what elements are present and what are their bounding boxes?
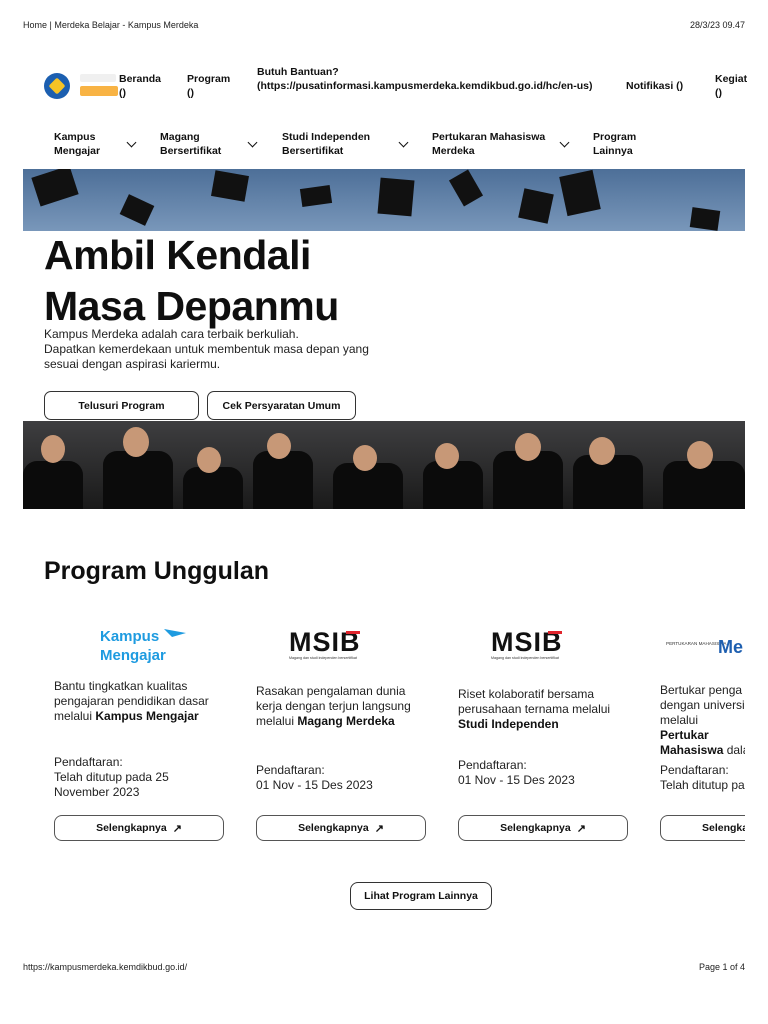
- program-card: Kampus Mengajar Bantu tingkatkan kualita…: [54, 625, 226, 847]
- svg-text:Magang dan studi independen be: Magang dan studi independen bersertifika…: [289, 656, 357, 660]
- registration-info: Pendaftaran: 01 Nov - 15 Des 2023: [458, 758, 630, 788]
- page-url: https://kampusmerdeka.kemdikbud.go.id/: [23, 962, 188, 972]
- top-navigation: Beranda () Program () Butuh Bantuan? (ht…: [0, 60, 768, 110]
- graduation-caps-image: [23, 169, 745, 231]
- lihat-program-lainnya-button[interactable]: Lihat Program Lainnya: [350, 882, 492, 910]
- menu-program-lainnya[interactable]: Program Lainnya: [593, 130, 651, 158]
- kemdikbud-logo-icon[interactable]: [44, 73, 70, 99]
- registration-label: Pendaftaran:: [458, 758, 527, 772]
- section-title: Program Unggulan: [44, 557, 270, 585]
- hero-title-line1: Ambil Kendali: [44, 232, 311, 278]
- card-description: Bertukar penga dengan universi melalui P…: [660, 683, 745, 757]
- chevron-down-icon[interactable]: [398, 137, 409, 148]
- registration-info: Pendaftaran: 01 Nov - 15 Des 2023: [256, 763, 428, 793]
- registration-info: Pendaftaran: Telah ditutup pada 25 Novem…: [54, 755, 226, 800]
- arrow-up-right-icon: ↗: [576, 822, 586, 835]
- graduates-image: [23, 421, 745, 509]
- selengkapnya-button[interactable]: Selengkapnya ↗: [458, 815, 628, 841]
- menu-studi-independen[interactable]: Studi Independen Bersertifikat: [282, 130, 387, 158]
- card-description: Rasakan pengalaman dunia kerja dengan te…: [256, 684, 411, 728]
- program-card: MSIB Magang dan studi independen bersert…: [458, 625, 630, 847]
- print-header: Home | Merdeka Belajar - Kampus Merdeka …: [23, 20, 745, 32]
- msib-logo-icon: MSIB Magang dan studi independen bersert…: [458, 625, 630, 665]
- nav-kegiatan[interactable]: Kegiat (): [715, 72, 753, 100]
- program-card: MSIB Magang dan studi independen bersert…: [256, 625, 428, 847]
- tab-title: Home | Merdeka Belajar - Kampus Merdeka: [23, 20, 199, 30]
- registration-value: 01 Nov - 15 Des 2023: [256, 778, 373, 792]
- pertukaran-mahasiswa-logo-icon: PERTUKARAN MAHASISWA Me: [660, 625, 745, 665]
- svg-text:Magang dan studi independen be: Magang dan studi independen bersertifika…: [491, 656, 559, 660]
- kampus-merdeka-logo-icon[interactable]: [80, 72, 120, 100]
- registration-value: 01 Nov - 15 Des 2023: [458, 773, 575, 787]
- program-card-clip: PERTUKARAN MAHASISWA Me Bertukar penga d…: [660, 625, 745, 855]
- kampus-mengajar-logo-icon: Kampus Mengajar: [54, 625, 226, 665]
- program-card: PERTUKARAN MAHASISWA Me Bertukar penga d…: [660, 625, 745, 847]
- menu-magang-bersertifikat[interactable]: Magang Bersertifikat: [160, 130, 240, 158]
- registration-label: Pendaftaran:: [54, 755, 123, 769]
- cek-persyaratan-button[interactable]: Cek Persyaratan Umum: [207, 391, 356, 420]
- hero-desc-line1: Kampus Merdeka adalah cara terbaik berku…: [44, 327, 299, 341]
- chevron-down-icon[interactable]: [126, 137, 137, 148]
- selengkapnya-button[interactable]: Selengkapnya ↗: [256, 815, 426, 841]
- registration-label: Pendaftaran:: [660, 763, 729, 777]
- program-navigation: Kampus Mengajar Magang Bersertifikat Stu…: [0, 126, 768, 166]
- nav-notifikasi[interactable]: Notifikasi (): [626, 79, 683, 93]
- menu-kampus-mengajar[interactable]: Kampus Mengajar: [54, 130, 124, 158]
- registration-value: Telah ditutup pa: [660, 778, 745, 792]
- selengkapnya-button[interactable]: Selengkapnya ↗: [54, 815, 224, 841]
- nav-beranda[interactable]: Beranda (): [119, 72, 167, 100]
- hero-desc-line2: Dapatkan kemerdekaan untuk membentuk mas…: [44, 342, 369, 371]
- svg-text:Mengajar: Mengajar: [100, 647, 166, 664]
- hero-title: Ambil Kendali Masa Depanmu: [44, 230, 339, 332]
- card-description: Riset kolaboratif bersama perusahaan ter…: [458, 687, 611, 731]
- chevron-down-icon[interactable]: [559, 137, 570, 148]
- page-indicator: Page 1 of 4: [698, 962, 745, 972]
- registration-info: Pendaftaran: Telah ditutup pa: [660, 763, 745, 793]
- chevron-down-icon[interactable]: [247, 137, 258, 148]
- menu-pertukaran-mahasiswa[interactable]: Pertukaran Mahasiswa Merdeka: [432, 130, 550, 158]
- nav-program[interactable]: Program (): [187, 72, 237, 100]
- hero-title-line2: Masa Depanmu: [44, 283, 339, 329]
- arrow-up-right-icon: ↗: [374, 822, 384, 835]
- print-footer: https://kampusmerdeka.kemdikbud.go.id/ P…: [23, 962, 745, 974]
- svg-text:Kampus: Kampus: [100, 628, 159, 645]
- card-description: Bantu tingkatkan kualitas pengajaran pen…: [54, 679, 209, 723]
- nav-bantuan[interactable]: Butuh Bantuan? (https://pusatinformasi.k…: [257, 65, 605, 93]
- registration-label: Pendaftaran:: [256, 763, 325, 777]
- selengkapnya-button[interactable]: Selengka: [660, 815, 745, 841]
- svg-text:Me: Me: [718, 637, 743, 657]
- telusuri-program-button[interactable]: Telusuri Program: [44, 391, 199, 420]
- print-timestamp: 28/3/23 09.47: [689, 20, 745, 30]
- arrow-up-right-icon: ↗: [172, 822, 182, 835]
- hero-description: Kampus Merdeka adalah cara terbaik berku…: [44, 327, 394, 372]
- registration-value: Telah ditutup pada 25 November 2023: [54, 770, 169, 799]
- msib-logo-icon: MSIB Magang dan studi independen bersert…: [256, 625, 428, 665]
